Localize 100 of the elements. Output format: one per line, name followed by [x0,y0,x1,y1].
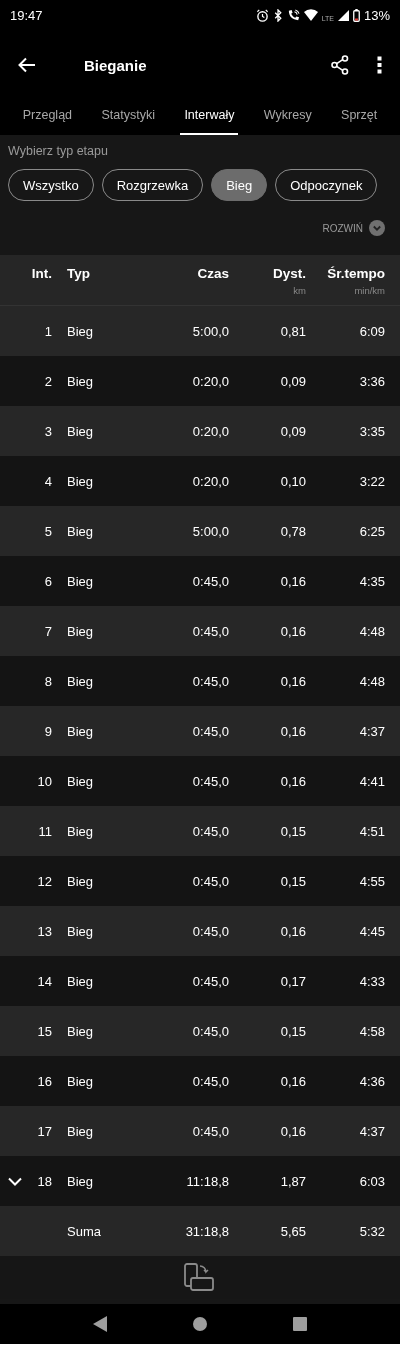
bluetooth-icon [272,8,283,22]
interval-row[interactable]: 13 Bieg 0:45,0 0,16 4:45 [0,906,400,956]
table-cell-text: 0:45,0 [191,623,229,639]
table-cell-text: 6:25 [358,523,385,539]
column-header[interactable]: Czas [197,266,229,281]
table-cell-text: 0:45,0 [191,923,229,939]
table-cell: 13 [37,923,52,939]
table-cell: 7 [44,623,52,639]
chevron-down-icon[interactable] [7,1176,22,1186]
back-nav-icon[interactable] [93,1316,107,1332]
table-cell-text: 3:22 [358,473,385,489]
table-cell-text: 0:45,0 [191,673,229,689]
table-cell: 18 [37,1173,52,1189]
table-cell-text: 4:41 [358,773,385,789]
table-cell-text: 0,16 [279,1073,306,1089]
table-cell-text: Suma [67,1223,102,1239]
table-cell-text: Bieg [67,873,95,889]
table-cell-text: 0:20,0 [191,423,229,439]
table-cell-text: 5:00,0 [191,323,229,339]
table-cell-text: 6:09 [358,323,385,339]
tab[interactable]: Wykresy [259,100,316,135]
column-header[interactable]: Dyst. [273,266,306,281]
column-header[interactable]: Śr.tempo [327,266,385,281]
tab[interactable]: Przegląd [18,100,77,135]
table-cell-text: 5:00,0 [191,523,229,539]
back-arrow-icon[interactable] [18,57,36,73]
table-cell-text: 0,15 [279,873,306,889]
interval-row[interactable]: 1 Bieg 5:00,0 0,81 6:09 [0,306,400,356]
wifi-call-icon [286,8,300,22]
table-cell-text: Bieg [67,323,95,339]
interval-row[interactable]: 17 Bieg 0:45,0 0,16 4:37 [0,1106,400,1156]
table-cell-text: 0:20,0 [191,473,229,489]
table-cell-text: 0,16 [279,723,306,739]
table-cell-text: 4:36 [358,1073,385,1089]
table-cell-text: 4:33 [358,973,385,989]
table-cell: 17 [37,1123,52,1139]
table-cell-text: 0,16 [279,1123,306,1139]
table-cell-text: 11:18,8 [185,1173,229,1189]
expand-icon[interactable] [369,220,385,236]
table-cell-text: 4:58 [358,1023,385,1039]
table-cell-text: 0,17 [279,973,306,989]
table-cell-text: 4:51 [358,823,385,839]
table-cell-text: 0,16 [279,573,306,589]
battery-icon [352,8,360,22]
table-cell-text: 31:18,8 [184,1223,229,1239]
column-unit: km [293,285,306,296]
table-cell-text: 0:45,0 [191,773,229,789]
table-cell: 5 [44,523,52,539]
table-cell-text: 0,15 [279,1023,306,1039]
table-cell-text: 4:37 [358,1123,385,1139]
alarm-icon [255,8,269,22]
table-cell: 9 [44,723,52,739]
rotate-screen-icon[interactable] [184,1262,216,1293]
column-header[interactable]: Int. [31,266,52,281]
table-cell: 2 [44,373,52,389]
table-cell-text: Bieg [67,373,95,389]
table-cell: 8 [44,673,52,689]
interval-row[interactable]: 5 Bieg 5:00,0 0,78 6:25 [0,506,400,556]
table-cell-text: 1,87 [279,1173,306,1189]
table-cell-text: Bieg [67,723,95,739]
wifi-icon [303,9,318,21]
tab[interactable]: Statystyki [97,100,159,135]
screen-title: Bieganie [84,56,148,74]
column-header[interactable]: Typ [67,266,90,281]
interval-row[interactable]: 9 Bieg 0:45,0 0,16 4:37 [0,706,400,756]
interval-row[interactable]: 7 Bieg 0:45,0 0,16 4:48 [0,606,400,656]
table-cell: 11 [38,823,52,839]
home-nav-icon[interactable] [193,1317,207,1331]
table-cell-text: 0,16 [279,673,306,689]
table-cell: 14 [37,973,52,989]
expand-all-button[interactable]: ROZWIŃ [322,222,363,234]
interval-row[interactable]: 11 Bieg 0:45,0 0,15 4:51 [0,806,400,856]
table-cell-text: Bieg [67,423,95,439]
filter-chip[interactable]: Bieg [211,169,268,201]
column-unit: min/km [354,285,385,296]
table-cell-text: 5,65 [279,1223,306,1239]
table-cell-text: Bieg [67,1173,95,1189]
table-cell-text: 0,09 [279,423,306,439]
table-cell: 6 [44,573,52,589]
table-cell-text: Bieg [67,673,95,689]
table-cell-text: 0,78 [279,523,306,539]
table-cell: 12 [37,873,52,889]
interval-row[interactable]: 15 Bieg 0:45,0 0,15 4:58 [0,1006,400,1056]
table-cell-text: 0,15 [279,823,306,839]
table-cell: 3 [44,423,52,439]
filter-label: Wybierz typ etapu [7,143,109,158]
share-icon[interactable] [331,55,349,75]
table-cell-text: Bieg [67,973,95,989]
table-cell-text: 0,10 [279,473,306,489]
table-cell-text: Bieg [67,1123,95,1139]
status-time: 19:47 [10,7,43,23]
table-cell-text: Bieg [67,773,95,789]
table-cell: 4 [44,473,52,489]
more-menu-icon[interactable] [377,56,382,74]
interval-row[interactable]: 3 Bieg 0:20,0 0,09 3:35 [0,406,400,456]
table-cell: 10 [37,773,52,789]
table-cell-text: 0:45,0 [191,1123,229,1139]
table-cell-text: 0,16 [279,923,306,939]
tab[interactable]: Sprzęt [337,100,382,135]
table-cell-text: 4:45 [358,923,385,939]
